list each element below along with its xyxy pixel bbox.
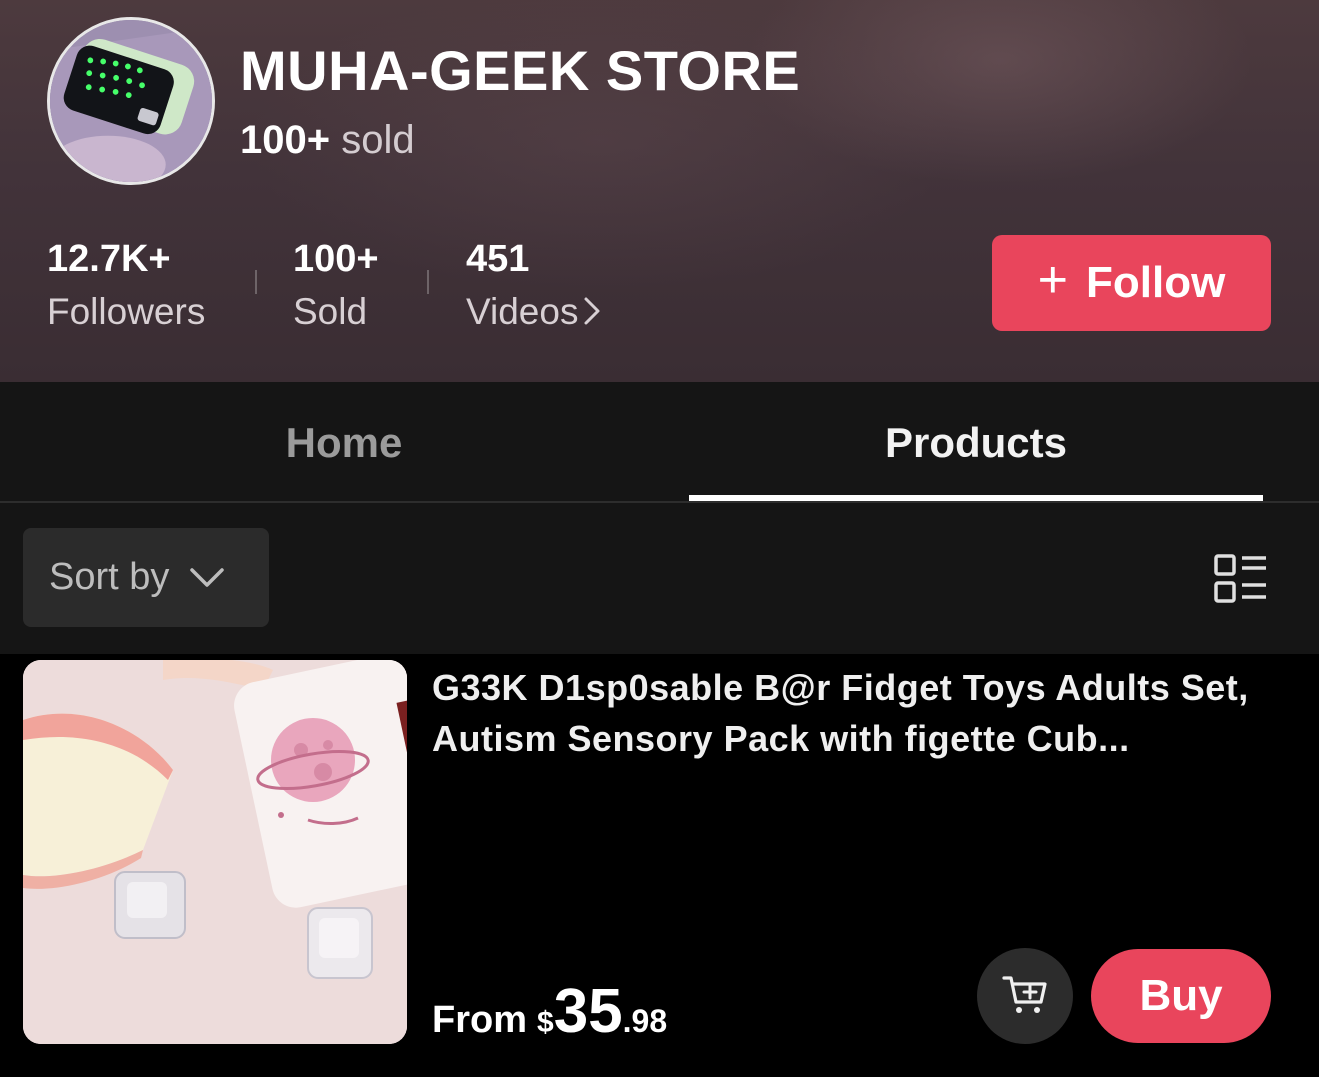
filter-bar: Sort by: [0, 503, 1319, 654]
add-to-cart-button[interactable]: [977, 948, 1073, 1044]
stat-videos-row: Videos: [466, 291, 602, 335]
stat-sold: 100+ Sold: [293, 238, 379, 333]
sort-by-label: Sort by: [49, 556, 170, 598]
chevron-right-icon: [582, 293, 602, 335]
stat-followers[interactable]: 12.7K+ Followers: [47, 238, 205, 333]
stat-followers-value: 12.7K+: [47, 238, 171, 280]
active-tab-indicator: [689, 495, 1263, 501]
avatar-image: [50, 20, 212, 182]
stat-sold-label: Sold: [293, 291, 368, 332]
buy-button[interactable]: Buy: [1091, 949, 1271, 1043]
list-layout-icon[interactable]: [1213, 553, 1269, 605]
stat-divider: [427, 270, 429, 294]
product-card[interactable]: G33K D1sp0sable B@r Fidget Toys Adults S…: [0, 654, 1319, 1077]
sort-by-button[interactable]: Sort by: [23, 528, 269, 627]
price-cents: .98: [622, 1003, 668, 1039]
follow-button-label: Follow: [1086, 258, 1226, 307]
price-prefix: From: [432, 999, 527, 1041]
product-image[interactable]: [23, 660, 407, 1044]
store-name: MUHA-GEEK STORE: [240, 39, 801, 102]
store-header: MUHA-GEEK STORE 100+ sold 12.7K+ Followe…: [0, 0, 1319, 382]
store-sold-label: sold: [341, 118, 415, 162]
add-to-cart-icon: [1001, 972, 1049, 1021]
stat-videos-value: 451: [466, 238, 530, 280]
stat-videos[interactable]: 451 Videos: [466, 238, 602, 335]
stat-divider: [255, 270, 257, 294]
tab-home[interactable]: Home: [0, 382, 688, 503]
product-price: From $35.98: [432, 976, 667, 1047]
price-currency: $: [537, 1006, 554, 1039]
stat-videos-label: Videos: [466, 291, 579, 332]
store-sold-summary: 100+ sold: [240, 118, 415, 163]
store-avatar[interactable]: [47, 17, 215, 185]
tab-products[interactable]: Products: [688, 382, 1264, 503]
price-main: 35: [553, 977, 623, 1046]
chevron-down-icon: [189, 556, 225, 599]
store-sold-count: 100+: [240, 118, 331, 162]
stat-followers-label: Followers: [47, 291, 206, 332]
plus-icon: +: [1037, 251, 1069, 309]
follow-button[interactable]: + Follow: [992, 235, 1271, 331]
store-tabs: Home Products: [0, 382, 1319, 503]
stat-sold-value: 100+: [293, 238, 379, 280]
product-title[interactable]: G33K D1sp0sable B@r Fidget Toys Adults S…: [432, 662, 1272, 764]
